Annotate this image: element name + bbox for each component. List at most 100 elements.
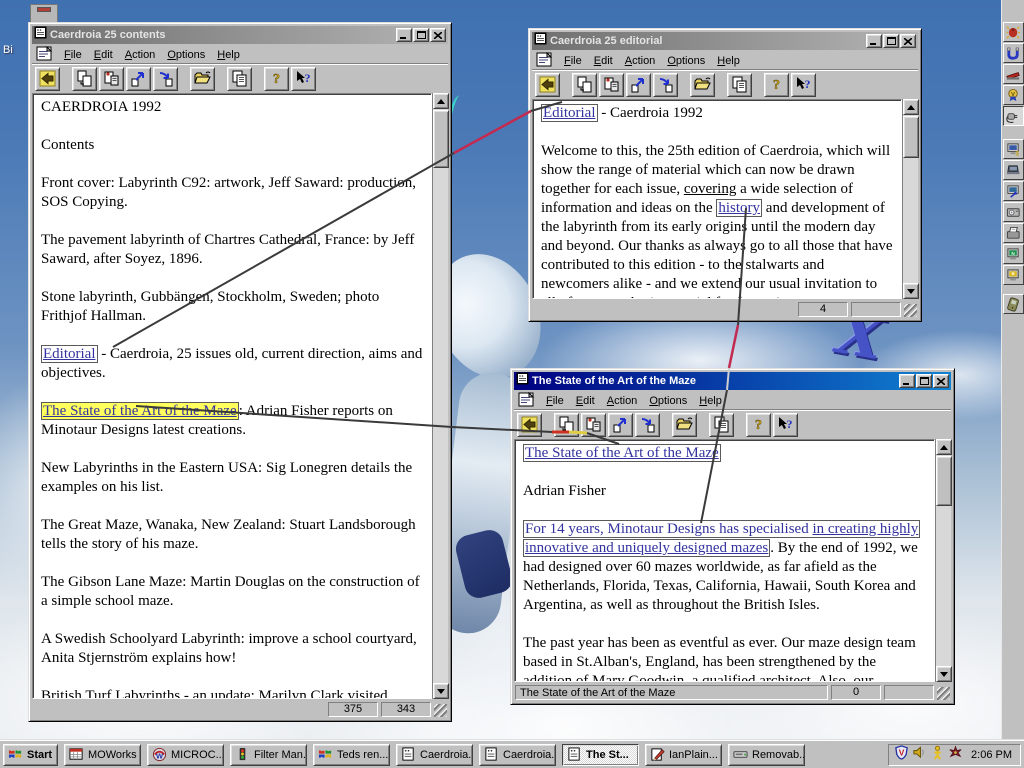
toolbar-copy-pages-button[interactable] [572,72,597,97]
toolbar-link-jump-down-button[interactable] [635,412,660,437]
menu-item-file[interactable]: File [558,53,588,69]
side-toolbar-cd-drive-button[interactable] [1003,202,1024,222]
scroll-up-button[interactable] [936,439,952,455]
menu-item-help[interactable]: Help [211,47,246,63]
vertical-scrollbar[interactable] [432,93,449,699]
toolbar-back-button[interactable] [517,412,542,437]
vertical-scrollbar[interactable] [902,99,919,299]
side-toolbar-plug-button[interactable] [1003,106,1024,126]
taskbar-button-the-st-[interactable]: The St... [562,743,639,766]
side-toolbar-bug-button[interactable] [1003,22,1024,42]
toolbar-help-button[interactable]: ? [764,72,789,97]
hyperlink[interactable]: Editorial [41,345,98,363]
titlebar[interactable]: The State of the Art of the Maze [514,372,951,390]
taskbar-button-removab-[interactable]: Removab... [728,743,805,766]
minimize-button[interactable] [899,374,915,388]
scroll-down-button[interactable] [433,683,449,699]
menu-item-edit[interactable]: Edit [88,47,119,63]
resize-grip[interactable] [434,704,447,717]
taskbar-button-ianplain-[interactable]: IanPlain... [645,743,722,766]
toolbar-copy-button[interactable] [227,66,252,91]
toolbar-help-button[interactable]: ? [746,412,771,437]
toolbar-copy-button[interactable] [727,72,752,97]
side-toolbar-stapler-button[interactable] [1003,64,1024,84]
scroll-down-button[interactable] [936,666,952,682]
taskbar-button-microc-[interactable]: W MICROC... [147,743,224,766]
side-toolbar-pda-button[interactable] [1003,294,1024,314]
toolbar-link-jump-down-button[interactable] [153,66,178,91]
hyperlink[interactable]: For 14 years, Minotaur Designs has speci… [525,521,812,537]
toolbar-help-button[interactable]: ? [264,66,289,91]
document-icon[interactable] [534,51,556,68]
close-button[interactable] [430,28,446,42]
minimize-button[interactable] [396,28,412,42]
toolbar-context-help-button[interactable]: ? [773,412,798,437]
toolbar-replace-pages-button[interactable] [599,72,624,97]
scrollbar-thumb[interactable] [936,456,952,506]
scroll-down-button[interactable] [903,283,919,299]
toolbar-open-button[interactable] [690,72,715,97]
resize-grip[interactable] [937,687,950,700]
menu-item-help[interactable]: Help [711,53,746,69]
menu-item-help[interactable]: Help [693,393,728,409]
scrollbar-thumb[interactable] [433,110,449,168]
menu-item-file[interactable]: File [58,47,88,63]
side-toolbar-pc-green-button[interactable]: N [1003,244,1024,264]
scrollbar-thumb[interactable] [903,116,919,158]
menu-item-edit[interactable]: Edit [588,53,619,69]
hyperlink[interactable]: The State of the Art of the Maze [523,444,721,462]
side-toolbar-pc-yellow-button[interactable] [1003,265,1024,285]
taskbar-button-caerdroia-[interactable]: Caerdroia... [479,743,556,766]
tray-speaker-icon[interactable] [912,745,927,765]
toolbar-back-button[interactable] [35,66,60,91]
hyperlink[interactable]: The State of the Art of the Maze [41,402,239,420]
toolbar-link-jump-up-button[interactable] [608,412,633,437]
menu-item-options[interactable]: Options [661,53,711,69]
toolbar-context-help-button[interactable]: ? [791,72,816,97]
resize-grip[interactable] [904,304,917,317]
hyperlink[interactable]: Editorial [541,104,598,122]
side-toolbar-pc-arrow-button[interactable] [1003,181,1024,201]
toolbar-link-jump-up-button[interactable] [626,72,651,97]
menu-item-file[interactable]: File [540,393,570,409]
scroll-up-button[interactable] [433,93,449,109]
taskbar-button-caerdroia-[interactable]: Caerdroia... [396,743,473,766]
toolbar-context-help-button[interactable]: ? [291,66,316,91]
vertical-scrollbar[interactable] [935,439,952,682]
menu-item-action[interactable]: Action [119,47,162,63]
close-button[interactable] [933,374,949,388]
toolbar-open-button[interactable] [190,66,215,91]
hyperlink[interactable]: history [716,199,763,217]
titlebar[interactable]: Caerdroia 25 editorial [532,32,918,50]
minimize-button[interactable] [866,34,882,48]
menu-item-action[interactable]: Action [601,393,644,409]
start-button[interactable]: Start [3,743,58,766]
toolbar-link-jump-up-button[interactable] [126,66,151,91]
toolbar-copy-pages-button[interactable] [554,412,579,437]
side-toolbar-badge-button[interactable]: V [1003,85,1024,105]
close-button[interactable] [900,34,916,48]
menu-item-action[interactable]: Action [619,53,662,69]
side-toolbar-magnet-u-button[interactable] [1003,43,1024,63]
scroll-up-button[interactable] [903,99,919,115]
document-icon[interactable] [516,391,538,408]
maximize-button[interactable] [883,34,899,48]
document-icon[interactable] [34,45,56,62]
toolbar-link-jump-down-button[interactable] [653,72,678,97]
menu-item-edit[interactable]: Edit [570,393,601,409]
side-toolbar-laptop-button[interactable] [1003,160,1024,180]
taskbar-button-moworks[interactable]: MOWorks [64,743,141,766]
toolbar-back-button[interactable] [535,72,560,97]
menu-item-options[interactable]: Options [161,47,211,63]
titlebar[interactable]: Caerdroia 25 contents [32,26,448,44]
tray-vshield-icon[interactable]: V [894,744,909,765]
side-toolbar-sheet-device-button[interactable] [1003,223,1024,243]
toolbar-replace-pages-button[interactable] [581,412,606,437]
toolbar-copy-pages-button[interactable] [72,66,97,91]
tray-figure-icon[interactable] [930,745,945,765]
side-toolbar-pc-dollar-button[interactable]: $ [1003,139,1024,159]
toolbar-replace-pages-button[interactable] [99,66,124,91]
maximize-button[interactable] [413,28,429,42]
maximize-button[interactable] [916,374,932,388]
toolbar-open-button[interactable] [672,412,697,437]
